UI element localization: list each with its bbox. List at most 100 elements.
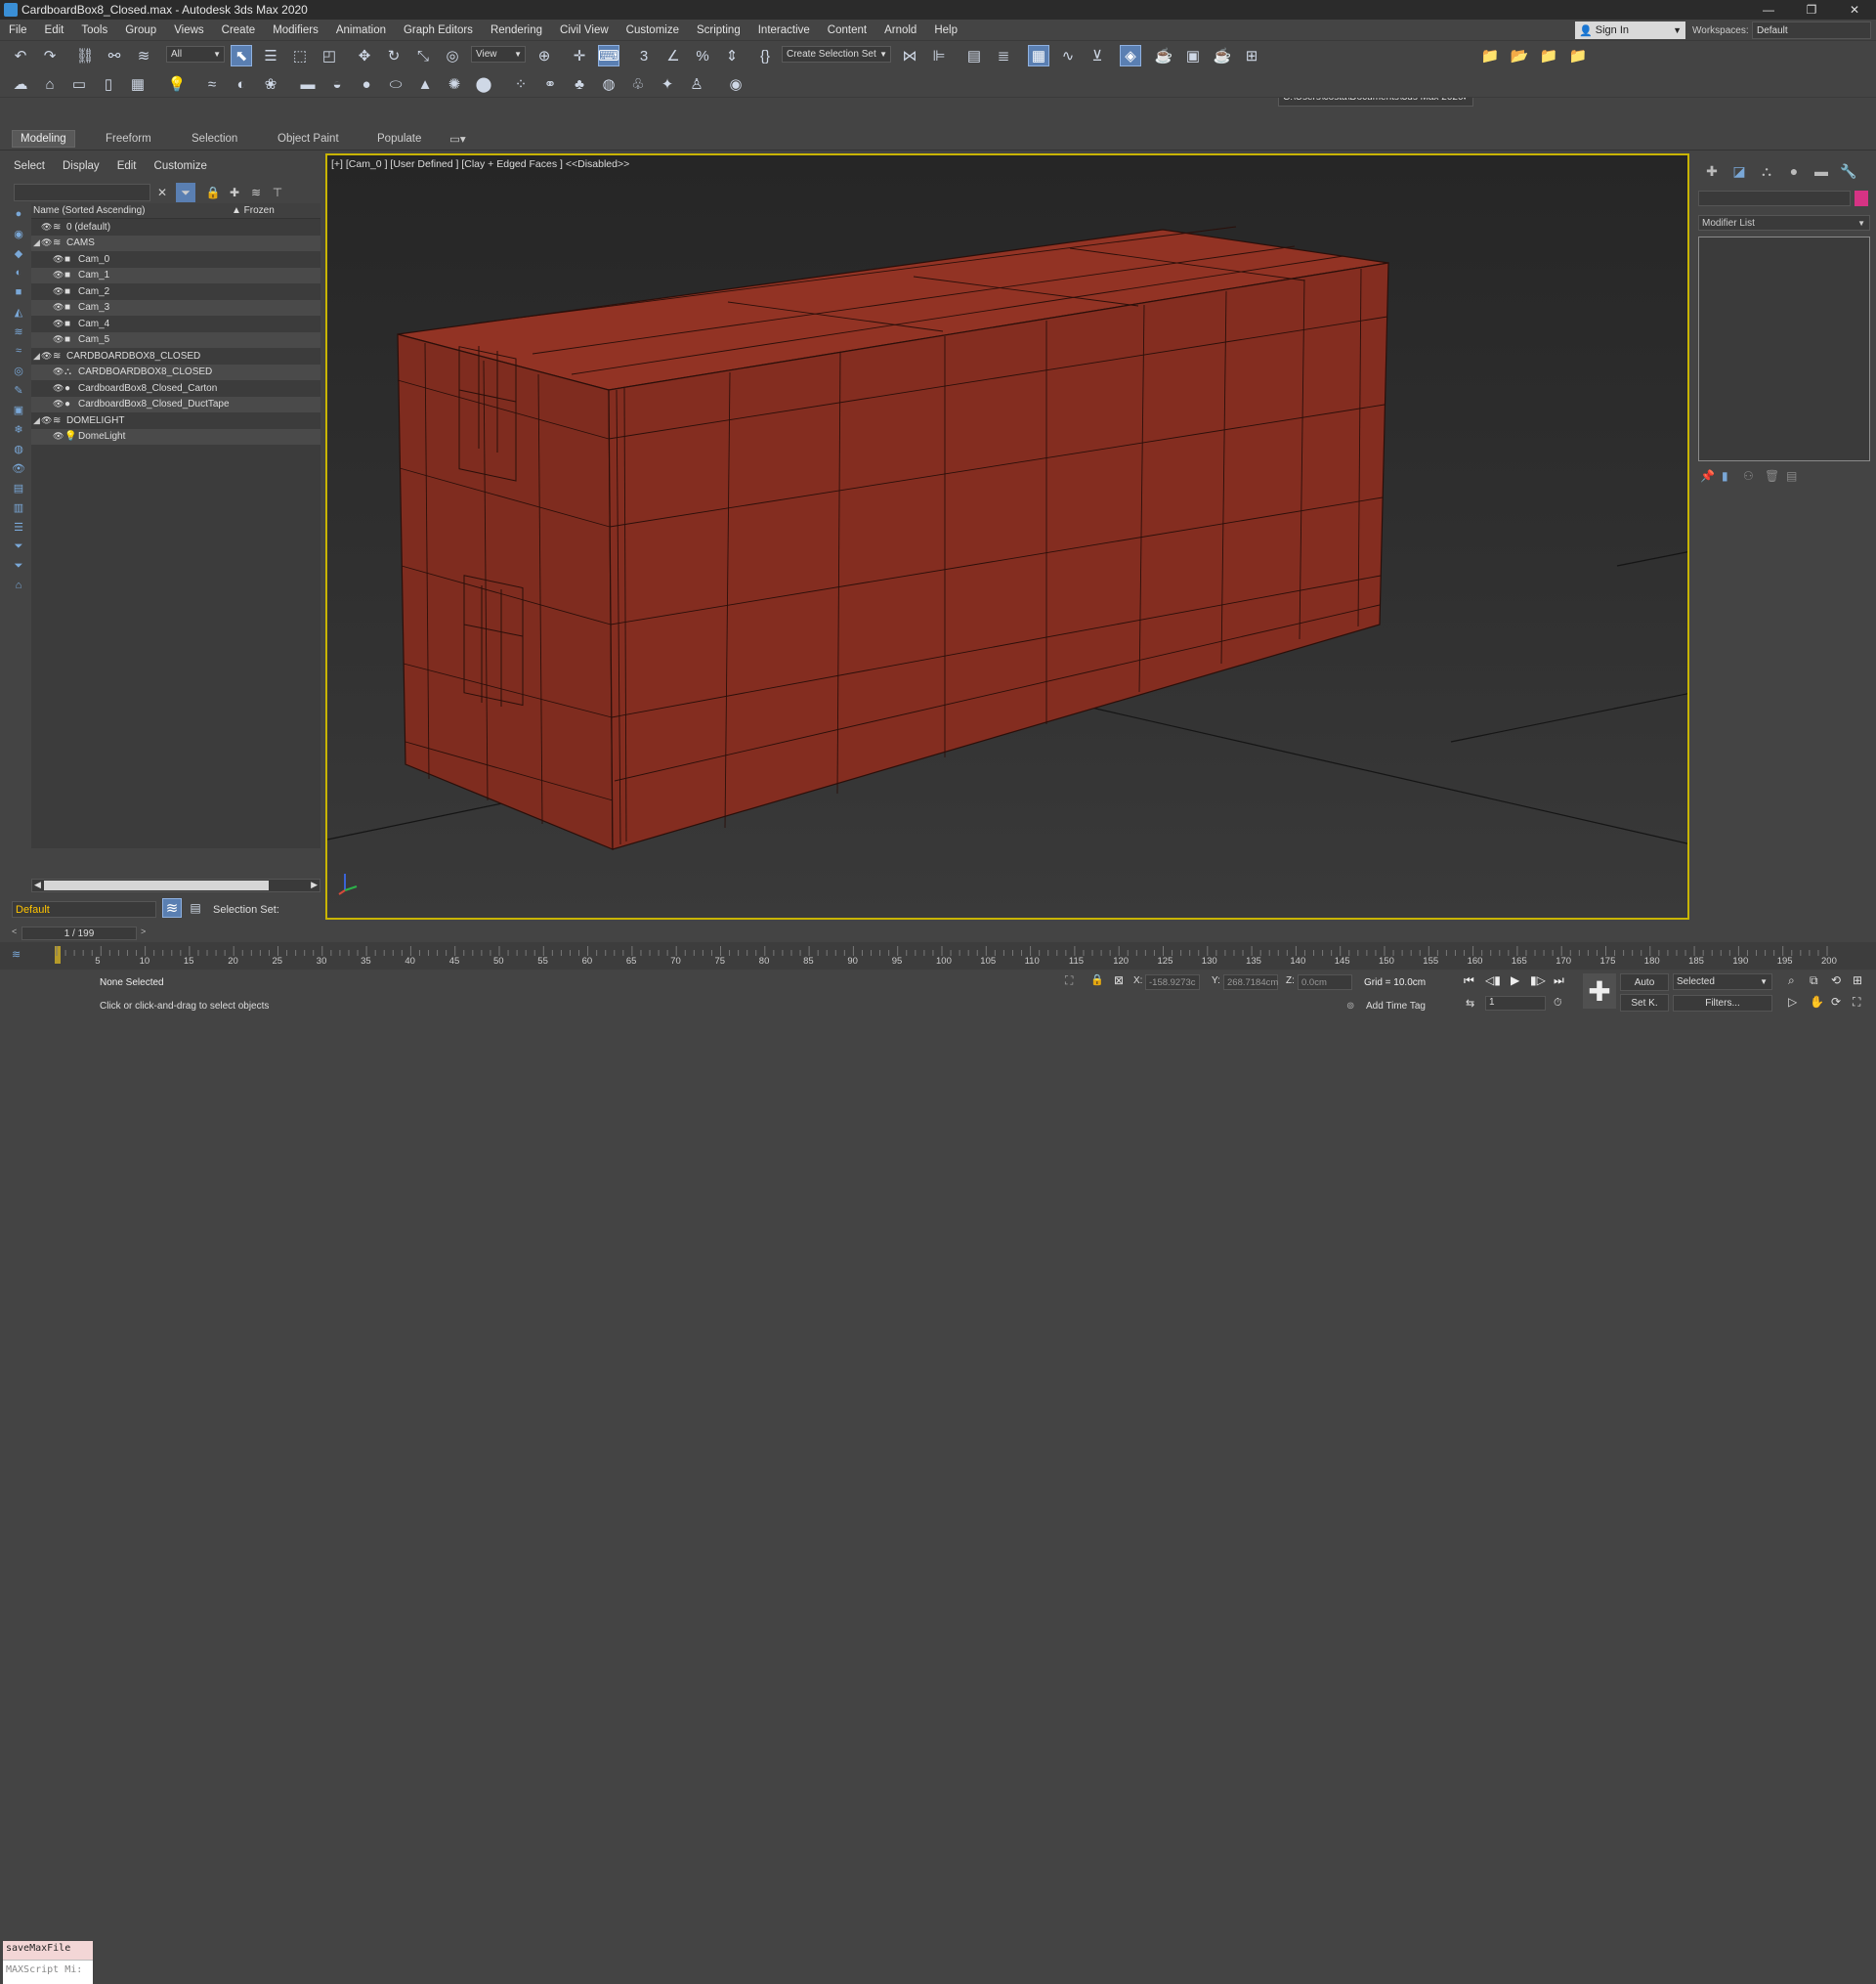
- menu-rendering[interactable]: Rendering: [482, 24, 551, 36]
- menu-tools[interactable]: Tools: [72, 24, 116, 36]
- tab-selection[interactable]: Selection: [184, 130, 245, 148]
- menu-file[interactable]: File: [0, 24, 36, 36]
- layer-icon[interactable]: ▯: [98, 73, 119, 95]
- expand-toggle-icon[interactable]: ◢: [33, 237, 40, 248]
- material-editor-icon[interactable]: ◈: [1120, 45, 1141, 66]
- visibility-eye-icon[interactable]: 👁: [53, 399, 64, 410]
- display-list-icon[interactable]: ☰: [10, 518, 27, 536]
- tree-row[interactable]: ◢ 👁 ≋ CAMS: [31, 235, 320, 251]
- hierarchy-icon[interactable]: ⊤: [268, 183, 287, 202]
- pin-stack-icon[interactable]: 📌: [1700, 469, 1722, 483]
- create-selection-set-dropdown[interactable]: Create Selection Set ▼: [782, 46, 891, 63]
- placement-icon[interactable]: ◎: [442, 45, 463, 66]
- menu-help[interactable]: Help: [925, 24, 966, 36]
- create-tab-icon[interactable]: ✚: [1698, 160, 1726, 182]
- menu-animation[interactable]: Animation: [327, 24, 395, 36]
- tree-row[interactable]: 👁 ≋ 0 (default): [31, 219, 320, 236]
- select-manipulate-icon[interactable]: ✛: [569, 45, 590, 66]
- display-containers-icon[interactable]: ▣: [10, 401, 27, 418]
- menu-edit[interactable]: Edit: [36, 24, 73, 36]
- slider-next-icon[interactable]: >: [141, 927, 146, 936]
- slider-prev-icon[interactable]: <: [12, 927, 17, 936]
- tree-row[interactable]: 👁 ● CardboardBox8_Closed_DuctTape: [31, 396, 320, 412]
- hierarchy-tab-icon[interactable]: ⛬: [1753, 160, 1780, 182]
- scene-menu-select[interactable]: Select: [14, 160, 45, 172]
- edit-named-selection-icon[interactable]: {}: [754, 45, 776, 66]
- key-filter-dropdown[interactable]: Selected ▼: [1673, 973, 1772, 990]
- layer-dropdown[interactable]: Default: [12, 901, 156, 918]
- hair-icon[interactable]: ❀: [260, 73, 281, 95]
- figure-icon[interactable]: ♙: [686, 73, 707, 95]
- y-coordinate-field[interactable]: 268.7184cm: [1223, 974, 1278, 990]
- bone-icon[interactable]: ✦: [657, 73, 678, 95]
- lock-icon[interactable]: 🔒: [203, 183, 223, 202]
- layers-icon[interactable]: ≋: [246, 183, 266, 202]
- connect-icon[interactable]: ⚭: [539, 73, 561, 95]
- angle-snap-icon[interactable]: ∠: [662, 45, 684, 66]
- tree-row[interactable]: 👁 ■ Cam_2: [31, 283, 320, 300]
- align-icon[interactable]: ⊫: [928, 45, 950, 66]
- snaps-toggle-icon[interactable]: 3: [633, 45, 655, 66]
- absolute-mode-icon[interactable]: ⊠: [1114, 973, 1124, 987]
- display-cameras-icon[interactable]: ■: [10, 283, 27, 301]
- display-hidden-icon[interactable]: ◍: [10, 440, 27, 457]
- visibility-eye-icon[interactable]: 👁: [53, 270, 64, 280]
- menu-scripting[interactable]: Scripting: [688, 24, 749, 36]
- redo-icon[interactable]: ↷: [39, 45, 61, 66]
- restore-button[interactable]: ❐: [1790, 0, 1833, 20]
- visibility-eye-icon[interactable]: 👁: [41, 222, 52, 233]
- track-bar[interactable]: ≋ 5 10 15 20 25 30 35 40 45 50 55 60 65 70 75 80 85 90 95 1…: [0, 942, 1876, 970]
- ribbon-options-icon[interactable]: ▭▾: [442, 130, 474, 148]
- zoom-all-icon[interactable]: ⧉: [1810, 973, 1818, 988]
- tree-row[interactable]: 👁 ● CardboardBox8_Closed_Carton: [31, 380, 320, 397]
- remove-modifier-icon[interactable]: 🗑: [1765, 469, 1786, 483]
- visibility-eye-icon[interactable]: 👁: [53, 319, 64, 329]
- display-tag-icon[interactable]: ⌂: [10, 577, 27, 594]
- display-icon[interactable]: ▭: [68, 73, 90, 95]
- select-object-icon[interactable]: ⬉: [231, 45, 252, 66]
- menu-civil-view[interactable]: Civil View: [551, 24, 618, 36]
- walkthrough-icon[interactable]: ⟳: [1831, 995, 1841, 1009]
- visibility-eye-icon[interactable]: 👁: [53, 286, 64, 297]
- tree-row[interactable]: 👁 ⛬ CARDBOARDBOX8_CLOSED: [31, 364, 320, 380]
- particles-icon[interactable]: ⁘: [510, 73, 532, 95]
- current-frame-field[interactable]: 1: [1485, 996, 1546, 1011]
- menu-content[interactable]: Content: [819, 24, 875, 36]
- scene-menu-customize[interactable]: Customize: [154, 160, 207, 172]
- tree-row[interactable]: ◢ 👁 ≋ CARDBOARDBOX8_CLOSED: [31, 348, 320, 365]
- isolate-selection-icon[interactable]: ⛶: [1065, 973, 1073, 988]
- render-production-icon[interactable]: ☕: [1212, 45, 1233, 66]
- pivot-center-icon[interactable]: ⊕: [533, 45, 555, 66]
- viewport-label[interactable]: [+] [Cam_0 ] [User Defined ] [Clay + Edg…: [331, 158, 629, 170]
- plant-icon[interactable]: ♧: [627, 73, 649, 95]
- set-key-big-icon[interactable]: ✚: [1583, 973, 1616, 1009]
- key-filters-button[interactable]: Filters...: [1673, 995, 1772, 1012]
- x-coordinate-field[interactable]: -158.9273c: [1145, 974, 1200, 990]
- zoom-extents-icon[interactable]: ⊞: [1853, 973, 1862, 987]
- scene-explorer-options-icon[interactable]: ▤: [186, 898, 205, 918]
- key-mode-icon[interactable]: ⇆: [1466, 997, 1474, 1010]
- go-to-start-icon[interactable]: ⏮: [1464, 973, 1474, 988]
- scroll-right-icon[interactable]: ▶: [311, 880, 318, 890]
- tree-row[interactable]: 👁 ■ Cam_1: [31, 267, 320, 283]
- scene-tree-scrollbar[interactable]: ◀ ▶: [31, 879, 320, 892]
- spinner-snap-icon[interactable]: ⇕: [721, 45, 743, 66]
- maximize-viewport-icon[interactable]: ⛶: [1853, 995, 1860, 1010]
- keyboard-shortcut-override-icon[interactable]: ⌨: [598, 45, 619, 66]
- set-project-icon[interactable]: 📁: [1538, 45, 1559, 66]
- display-eye-icon[interactable]: 👁: [10, 459, 27, 477]
- undo-icon[interactable]: ↶: [10, 45, 31, 66]
- display-xrefs-icon[interactable]: ◎: [10, 362, 27, 379]
- add-layer-icon[interactable]: ✚: [225, 183, 244, 202]
- display-doc-icon[interactable]: ▥: [10, 498, 27, 516]
- disk-icon[interactable]: ⬭: [385, 73, 406, 95]
- ref-coord-dropdown[interactable]: View ▼: [471, 46, 526, 63]
- schematic-view-icon[interactable]: ⊻: [1087, 45, 1108, 66]
- visibility-eye-icon[interactable]: 👁: [41, 237, 52, 248]
- motion-tab-icon[interactable]: ●: [1780, 160, 1808, 182]
- sphere-icon[interactable]: ●: [356, 73, 377, 95]
- percent-snap-icon[interactable]: %: [692, 45, 713, 66]
- utilities-tab-icon[interactable]: 🔧: [1835, 160, 1862, 182]
- visibility-eye-icon[interactable]: 👁: [53, 383, 64, 394]
- render-setup-icon[interactable]: ☕: [1153, 45, 1174, 66]
